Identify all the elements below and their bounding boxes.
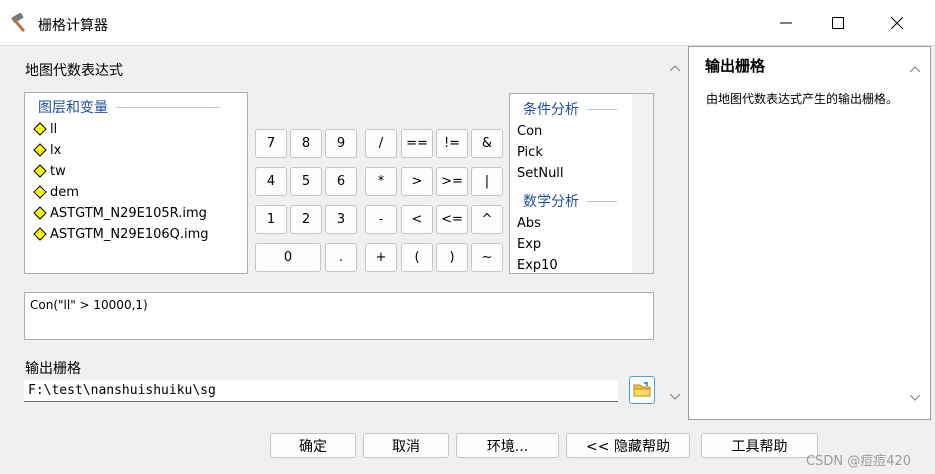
layer-label: ASTGTM_N29E106Q.img: [50, 226, 209, 242]
calc-button-2[interactable]: 2: [290, 205, 322, 234]
calc-button-divide[interactable]: /: [365, 129, 397, 158]
list-item[interactable]: tw: [33, 161, 66, 181]
function-item[interactable]: Exp: [517, 237, 541, 252]
expression-section-label: 地图代数表达式: [25, 63, 123, 79]
raster-layer-icon: [33, 206, 47, 220]
layer-label: lx: [50, 142, 62, 158]
raster-layer-icon: [33, 185, 47, 199]
calc-button-6[interactable]: 6: [325, 167, 357, 196]
output-raster-field[interactable]: F:\test\nanshuishuiku\sg: [24, 380, 618, 402]
maximize-button[interactable]: [815, 0, 861, 46]
function-item[interactable]: Abs: [517, 216, 541, 231]
layer-label: ll: [50, 121, 58, 137]
calc-button-greater[interactable]: >: [401, 167, 433, 196]
watermark: CSDN @痘痘420: [806, 454, 912, 469]
close-button[interactable]: [874, 0, 920, 46]
help-title: 输出栅格: [705, 57, 766, 75]
scroll-up-arrow[interactable]: [668, 61, 682, 75]
environment-button[interactable]: 环境...: [456, 433, 559, 458]
scroll-down-arrow[interactable]: [668, 390, 682, 404]
close-icon: [891, 17, 903, 29]
calc-button-or[interactable]: |: [471, 167, 503, 196]
layers-list[interactable]: 图层和变量 ll lx tw dem ASTGTM_N29E105R.img A…: [24, 92, 248, 274]
functions-group-label: 数学分析: [523, 194, 579, 210]
functions-group-label: 条件分析: [523, 102, 579, 118]
calc-button-7[interactable]: 7: [255, 129, 287, 158]
calc-button-open-paren[interactable]: (: [401, 243, 433, 272]
folder-icon: [633, 382, 651, 397]
calc-button-decimal[interactable]: .: [325, 243, 357, 272]
raster-layer-icon: [33, 122, 47, 136]
dialog-footer: 确定 取消 环境... << 隐藏帮助 工具帮助: [0, 420, 935, 474]
cancel-button[interactable]: 取消: [363, 433, 449, 458]
calc-button-not-equal[interactable]: !=: [436, 129, 468, 158]
layer-label: ASTGTM_N29E105R.img: [50, 205, 207, 221]
calc-button-9[interactable]: 9: [325, 129, 357, 158]
layers-group-label: 图层和变量: [38, 100, 108, 116]
layer-label: dem: [50, 184, 79, 200]
calc-button-equal[interactable]: ==: [401, 129, 433, 158]
title-bar: 栅格计算器: [0, 0, 935, 46]
calc-button-minus[interactable]: -: [365, 205, 397, 234]
expression-input[interactable]: Con("ll" > 10000,1): [24, 292, 654, 340]
browse-folder-button[interactable]: [629, 376, 655, 404]
calc-button-3[interactable]: 3: [325, 205, 357, 234]
help-scroll-up-arrow[interactable]: [908, 62, 922, 76]
window-title: 栅格计算器: [38, 18, 108, 34]
raster-layer-icon: [33, 143, 47, 157]
help-panel: 输出栅格 由地图代数表达式产生的输出栅格。: [688, 46, 931, 420]
functions-group-header: 数学分析: [523, 191, 617, 211]
list-item[interactable]: lx: [33, 140, 61, 160]
raster-layer-icon: [33, 164, 47, 178]
raster-layer-icon: [33, 227, 47, 241]
list-item[interactable]: ASTGTM_N29E105R.img: [33, 203, 207, 223]
list-item[interactable]: ASTGTM_N29E106Q.img: [33, 224, 209, 244]
calc-button-1[interactable]: 1: [255, 205, 287, 234]
hide-help-button[interactable]: << 隐藏帮助: [566, 433, 690, 458]
calc-button-less[interactable]: <: [401, 205, 433, 234]
calc-button-less-equal[interactable]: <=: [436, 205, 468, 234]
layer-label: tw: [50, 163, 66, 179]
minimize-button[interactable]: [763, 0, 809, 46]
layers-group-header: 图层和变量: [38, 97, 220, 117]
function-item[interactable]: SetNull: [517, 166, 564, 181]
hammer-icon: [10, 12, 32, 33]
calc-button-not[interactable]: ~: [471, 243, 503, 272]
function-item[interactable]: Pick: [517, 145, 543, 160]
help-scroll-down-arrow[interactable]: [908, 391, 922, 405]
list-item[interactable]: dem: [33, 182, 79, 202]
functions-scrollbar[interactable]: [632, 94, 653, 273]
calc-button-4[interactable]: 4: [255, 167, 287, 196]
calc-button-5[interactable]: 5: [290, 167, 322, 196]
function-item[interactable]: Con: [517, 124, 542, 139]
tool-panel: 地图代数表达式 图层和变量 ll lx tw dem ASTGTM_N29E10…: [3, 46, 685, 420]
calc-button-and[interactable]: &: [471, 129, 503, 158]
calc-button-0[interactable]: 0: [255, 243, 321, 272]
calc-button-xor[interactable]: ^: [471, 205, 503, 234]
calc-button-close-paren[interactable]: ): [436, 243, 468, 272]
help-text: 由地图代数表达式产生的输出栅格。: [706, 92, 899, 106]
calc-button-plus[interactable]: +: [365, 243, 397, 272]
function-item[interactable]: Exp10: [517, 258, 558, 273]
calc-button-multiply[interactable]: *: [365, 167, 397, 196]
calc-button-8[interactable]: 8: [290, 129, 322, 158]
calc-button-greater-equal[interactable]: >=: [436, 167, 468, 196]
ok-button[interactable]: 确定: [270, 433, 356, 458]
functions-group-header: 条件分析: [523, 99, 617, 119]
output-raster-label: 输出栅格: [25, 361, 81, 377]
tool-help-button[interactable]: 工具帮助: [701, 433, 818, 458]
functions-list[interactable]: 条件分析 Con Pick SetNull 数学分析 Abs Exp Exp10: [509, 93, 654, 274]
list-item[interactable]: ll: [33, 119, 57, 139]
